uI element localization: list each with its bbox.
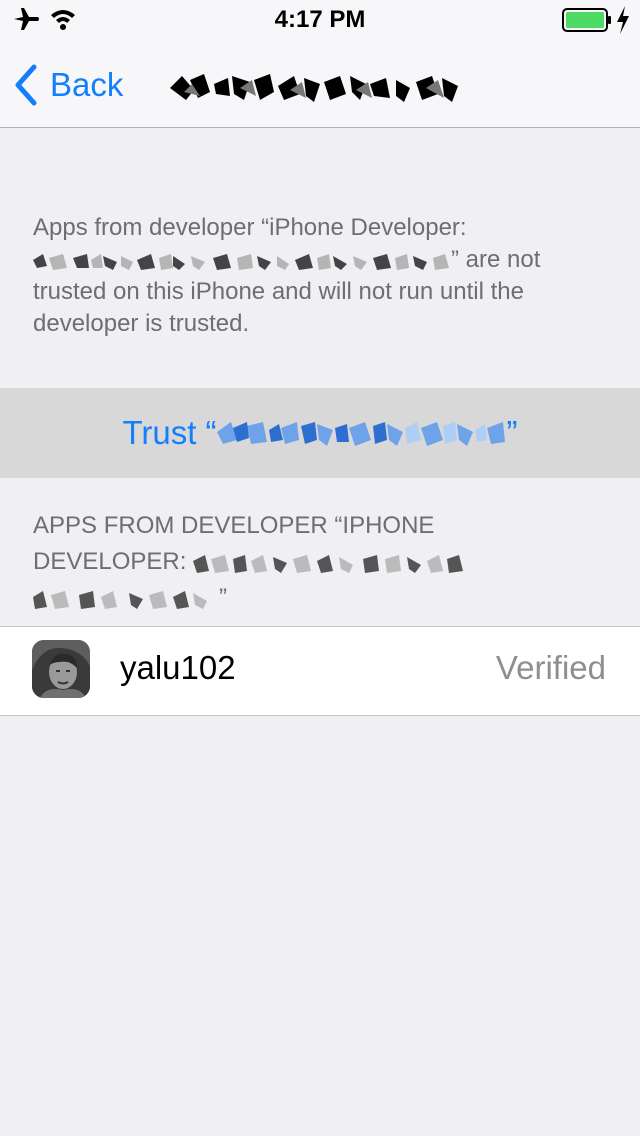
- app-icon: [32, 640, 90, 698]
- description-line-1: Apps from developer “iPhone Developer:: [33, 214, 467, 241]
- app-portrait-icon: [32, 640, 90, 698]
- trust-description: Apps from developer “iPhone Developer: ”…: [33, 212, 613, 340]
- redacted-trust-developer-name: [216, 422, 505, 446]
- redacted-developer-name: [33, 253, 449, 270]
- navigation-bar: Back: [0, 40, 640, 128]
- trust-label-suffix: ”: [506, 414, 518, 451]
- status-bar: 4:17 PM: [0, 0, 640, 40]
- section-header-close: ”: [219, 584, 227, 611]
- app-verified-status: Verified: [495, 649, 606, 686]
- battery-icon: [562, 8, 611, 32]
- app-name: yalu102: [120, 649, 236, 686]
- section-header-line-1: APPS FROM DEVELOPER “IPHONE: [33, 512, 435, 539]
- chevron-left-icon: [15, 64, 37, 106]
- app-row[interactable]: yalu102 Verified: [0, 626, 640, 716]
- back-button[interactable]: Back: [14, 62, 123, 108]
- redacted-section-developer-name: [193, 554, 464, 573]
- back-label: Back: [50, 66, 124, 103]
- apps-section-header: APPS FROM DEVELOPER “IPHONE DEVELOPER: ”: [33, 508, 613, 616]
- charging-bolt-icon: [617, 6, 629, 34]
- redacted-nav-title: [170, 74, 458, 102]
- section-header-line-2: DEVELOPER:: [33, 548, 187, 575]
- redacted-section-developer-name-cont: [33, 590, 207, 609]
- trust-label: Trust “ ”: [122, 414, 517, 452]
- trust-label-prefix: Trust “: [122, 414, 217, 451]
- status-time: 4:17 PM: [274, 6, 366, 33]
- trust-developer-button[interactable]: Trust “ ”: [0, 388, 640, 478]
